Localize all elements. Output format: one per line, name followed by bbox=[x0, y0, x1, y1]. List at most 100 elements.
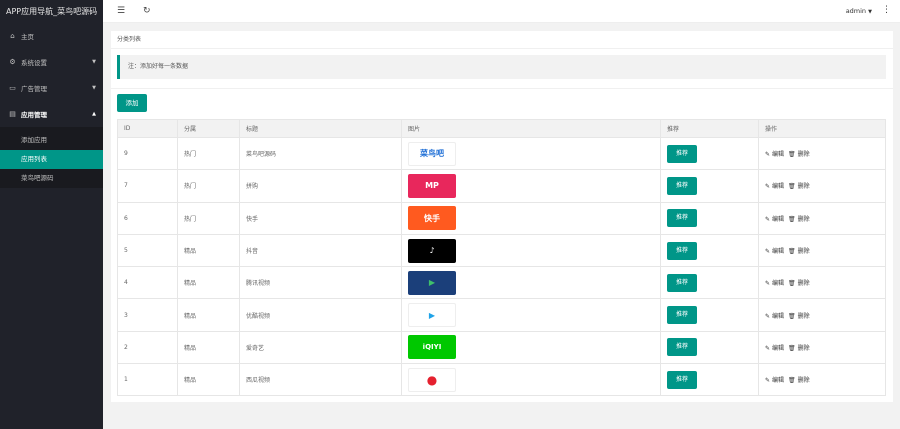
content-card: 分类列表 注：添加好每一条数据 添加 ID 分属 标题 图片 推荐 操作 9 热… bbox=[111, 31, 893, 402]
sidebar-subitem-add-app[interactable]: 添加应用 bbox=[0, 131, 103, 150]
edit-link[interactable]: 编辑 bbox=[772, 345, 784, 352]
trash-icon: 🗑 bbox=[787, 215, 796, 223]
recommend-button[interactable]: 推荐 bbox=[667, 370, 697, 389]
recommend-button[interactable]: 推荐 bbox=[667, 306, 697, 325]
table-row: 3 精品 优酷视频 ▶ 推荐 ✎ 编辑 🗑 删除 bbox=[117, 298, 886, 332]
sidebar-item-label: 应用管理 bbox=[21, 111, 47, 119]
delete-link[interactable]: 删除 bbox=[798, 345, 810, 352]
user-menu[interactable]: admin ▼ bbox=[846, 7, 872, 15]
sidebar-item-label: 广告管理 bbox=[21, 85, 47, 93]
edit-link[interactable]: 编辑 bbox=[772, 248, 784, 255]
col-header-image: 图片 bbox=[401, 119, 661, 138]
cell-category: 精品 bbox=[177, 330, 240, 365]
sidebar-subitem-app-list[interactable]: 应用列表 bbox=[0, 150, 103, 169]
add-button[interactable]: 添加 bbox=[117, 94, 147, 112]
delete-link[interactable]: 删除 bbox=[798, 183, 810, 190]
app-table: ID 分属 标题 图片 推荐 操作 9 热门 菜鸟吧源码 菜鸟吧 推荐 ✎ 编辑 … bbox=[117, 119, 886, 397]
cell-category: 精品 bbox=[177, 266, 240, 300]
recommend-button[interactable]: 推荐 bbox=[667, 176, 697, 195]
cell-actions: ✎ 编辑 🗑 删除 bbox=[758, 136, 886, 171]
cell-recommend: 推荐 bbox=[660, 201, 759, 235]
sidebar-item-home[interactable]: ⌂ 主页 bbox=[0, 23, 103, 49]
cell-recommend: 推荐 bbox=[660, 233, 759, 268]
edit-link[interactable]: 编辑 bbox=[772, 280, 784, 287]
table-row: 4 精品 腾讯视频 ▶ 推荐 ✎ 编辑 🗑 删除 bbox=[117, 266, 886, 300]
app-logo-image: 菜鸟吧 bbox=[408, 141, 456, 166]
edit-icon: ✎ bbox=[765, 344, 771, 352]
app-logo-image: ▶ bbox=[408, 270, 456, 295]
cell-recommend: 推荐 bbox=[660, 363, 759, 397]
cell-image: ● bbox=[401, 363, 661, 397]
cell-image: ▶ bbox=[401, 298, 661, 332]
sidebar-item-apps[interactable]: ▤ 应用管理 ▲ bbox=[0, 101, 103, 127]
sidebar-item-label: 系统设置 bbox=[21, 59, 47, 67]
cell-category: 热门 bbox=[177, 169, 240, 203]
cell-id: 7 bbox=[117, 169, 178, 203]
cell-image: 菜鸟吧 bbox=[401, 136, 661, 171]
cell-actions: ✎ 编辑 🗑 删除 bbox=[758, 201, 886, 235]
trash-icon: 🗑 bbox=[787, 151, 796, 159]
gear-icon: ⚙ bbox=[9, 58, 16, 66]
delete-link[interactable]: 删除 bbox=[798, 151, 810, 158]
table-row: 1 精品 西瓜视频 ● 推荐 ✎ 编辑 🗑 删除 bbox=[117, 363, 886, 397]
cell-actions: ✎ 编辑 🗑 删除 bbox=[758, 233, 886, 268]
sidebar-item-ads[interactable]: ▭ 广告管理 ▼ bbox=[0, 75, 103, 101]
recommend-button[interactable]: 推荐 bbox=[667, 273, 697, 292]
edit-link[interactable]: 编辑 bbox=[772, 216, 784, 223]
recommend-button[interactable]: 推荐 bbox=[667, 209, 697, 228]
col-header-id: ID bbox=[117, 119, 178, 138]
table-row: 5 精品 抖音 ♪ 推荐 ✎ 编辑 🗑 删除 bbox=[117, 233, 886, 268]
delete-link[interactable]: 删除 bbox=[798, 377, 810, 384]
cell-title: 优酷视频 bbox=[239, 298, 402, 332]
caret-down-icon: ▼ bbox=[868, 9, 872, 15]
table-row: 2 精品 爱奇艺 iQIYI 推荐 ✎ 编辑 🗑 删除 bbox=[117, 330, 886, 365]
caret-up-icon: ▲ bbox=[92, 111, 96, 117]
cell-image: 快手 bbox=[401, 201, 661, 235]
delete-link[interactable]: 删除 bbox=[798, 248, 810, 255]
edit-link[interactable]: 编辑 bbox=[772, 151, 784, 158]
app-logo-image: iQIYI bbox=[408, 335, 456, 360]
cell-image: ♪ bbox=[401, 233, 661, 268]
delete-link[interactable]: 删除 bbox=[798, 280, 810, 287]
table-row: 9 热门 菜鸟吧源码 菜鸟吧 推荐 ✎ 编辑 🗑 删除 bbox=[117, 136, 886, 171]
sidebar-subitem-source[interactable]: 菜鸟吧源码 bbox=[0, 169, 103, 188]
app-icon: ▤ bbox=[9, 110, 16, 118]
app-logo-image: 快手 bbox=[408, 206, 456, 231]
cell-id: 1 bbox=[117, 363, 178, 397]
more-icon[interactable]: ⋮ bbox=[882, 5, 891, 15]
cell-title: 拼购 bbox=[239, 169, 402, 203]
sidebar-item-label: 主页 bbox=[21, 33, 34, 41]
ad-icon: ▭ bbox=[9, 84, 16, 92]
edit-link[interactable]: 编辑 bbox=[772, 377, 784, 384]
menu-toggle-icon[interactable]: ☰ bbox=[117, 6, 125, 16]
home-icon: ⌂ bbox=[10, 32, 15, 40]
table-row: 7 热门 拼购 MP 推荐 ✎ 编辑 🗑 删除 bbox=[117, 169, 886, 203]
cell-title: 菜鸟吧源码 bbox=[239, 136, 402, 171]
delete-link[interactable]: 删除 bbox=[798, 216, 810, 223]
cell-id: 2 bbox=[117, 330, 178, 365]
edit-link[interactable]: 编辑 bbox=[772, 313, 784, 320]
edit-icon: ✎ bbox=[765, 377, 771, 385]
recommend-button[interactable]: 推荐 bbox=[667, 241, 697, 260]
recommend-button[interactable]: 推荐 bbox=[667, 144, 697, 163]
cell-title: 西瓜视频 bbox=[239, 363, 402, 397]
cell-id: 4 bbox=[117, 266, 178, 300]
edit-icon: ✎ bbox=[765, 248, 771, 256]
edit-icon: ✎ bbox=[765, 183, 771, 191]
cell-image: iQIYI bbox=[401, 330, 661, 365]
app-logo-image: MP bbox=[408, 173, 456, 198]
delete-link[interactable]: 删除 bbox=[798, 313, 810, 320]
app-logo-image: ▶ bbox=[408, 303, 456, 328]
sidebar-item-settings[interactable]: ⚙ 系统设置 ▼ bbox=[0, 49, 103, 75]
cell-id: 6 bbox=[117, 201, 178, 235]
refresh-icon[interactable]: ↻ bbox=[143, 6, 151, 16]
cell-actions: ✎ 编辑 🗑 删除 bbox=[758, 363, 886, 397]
cell-category: 热门 bbox=[177, 201, 240, 235]
top-header: ☰ ↻ admin ▼ ⋮ bbox=[103, 0, 900, 23]
sidebar-submenu: 添加应用 应用列表 菜鸟吧源码 bbox=[0, 127, 103, 188]
app-logo-image: ♪ bbox=[408, 238, 456, 263]
recommend-button[interactable]: 推荐 bbox=[667, 338, 697, 357]
edit-link[interactable]: 编辑 bbox=[772, 183, 784, 190]
cell-id: 9 bbox=[117, 136, 178, 171]
cell-recommend: 推荐 bbox=[660, 298, 759, 332]
